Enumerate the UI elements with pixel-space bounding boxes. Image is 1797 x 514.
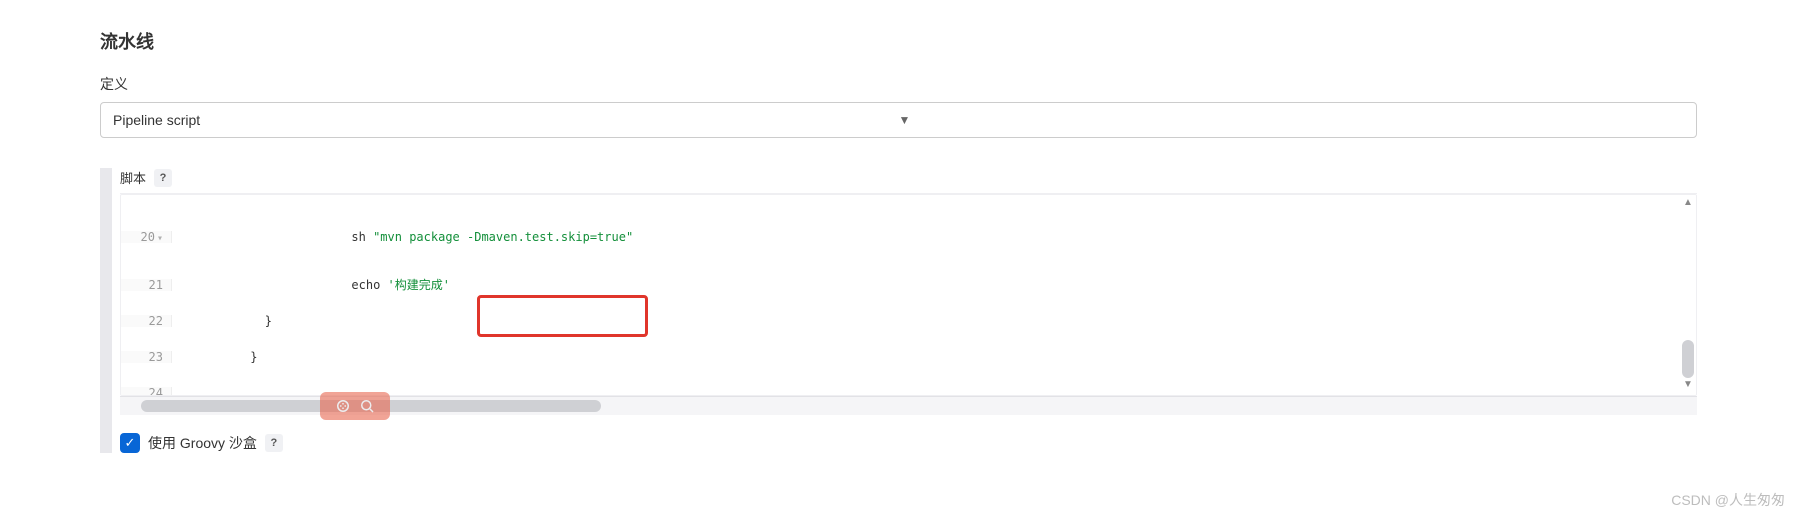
help-icon[interactable]: ? [154, 169, 172, 187]
groovy-sandbox-checkbox[interactable]: ✓ [120, 433, 140, 453]
chevron-down-icon: ▼ [899, 113, 1685, 127]
definition-select-value: Pipeline script [113, 112, 899, 128]
help-icon[interactable]: ? [265, 434, 283, 452]
definition-select[interactable]: Pipeline script ▼ [100, 102, 1697, 138]
overlay-badge [320, 392, 390, 420]
scrollbar-vertical[interactable]: ▲ ▼ [1681, 196, 1695, 392]
groovy-sandbox-label: 使用 Groovy 沙盒 [148, 433, 257, 453]
watermark: CSDN @人生匆匆 [1671, 490, 1785, 510]
scroll-thumb-vertical[interactable] [1682, 340, 1694, 378]
script-label: 脚本 [120, 168, 146, 187]
code-editor[interactable]: 20▾ sh "mvn package -Dmaven.test.skip=tr… [120, 194, 1697, 396]
definition-label: 定义 [100, 74, 1697, 94]
scroll-down-icon[interactable]: ▼ [1683, 378, 1693, 392]
code-content: 20▾ sh "mvn package -Dmaven.test.skip=tr… [121, 195, 1696, 396]
scroll-up-icon[interactable]: ▲ [1683, 196, 1693, 210]
page-title: 流水线 [100, 28, 1697, 54]
